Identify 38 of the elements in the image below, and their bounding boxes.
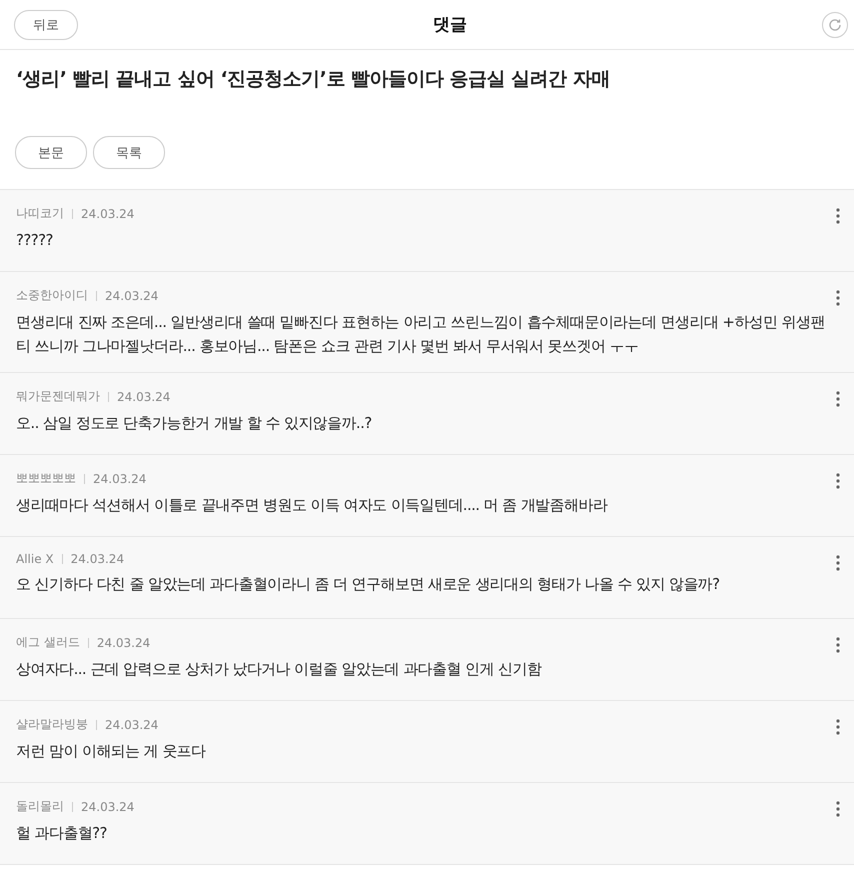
comment-date: 24.03.24	[117, 390, 170, 404]
comment-author: Allie X	[16, 552, 54, 566]
comment-date: 24.03.24	[81, 206, 134, 220]
comment-author: 샬라말라빙붕	[16, 716, 88, 733]
comment-date: 24.03.24	[70, 552, 124, 566]
comment-text: 오 신기하다 다친 줄 알았는데 과다출혈이라니 좀 더 연구해보면 새로운 생리대의 형태가 나올 수 있지 않을까?	[16, 574, 720, 595]
comment-text: 헐 과다출혈??	[16, 823, 108, 844]
comment-text: ?????	[16, 230, 54, 251]
more-icon[interactable]	[836, 391, 840, 407]
more-icon[interactable]	[836, 290, 840, 306]
comment-date: 24.03.24	[105, 718, 158, 732]
comment-text: 면생리대 진짜 조은데... 일반생리대 쓸때 밑빠진다 표현하는 아리고 쓰린느낌이 흡수체때문이라는데 면생리대 +하성민 위생팬티 쓰니까 그나마젤낫더라... 홍보아님... 탐폰은 쇼크 관련 기사 몇번 봐서 무서워서 못쓰겟어 ㅜㅜ	[16, 312, 826, 357]
comment-text: 상여자다... 근데 압력으로 상처가 났다거나 이럴줄 알았는데 과다출혈 인게 신기함	[16, 659, 543, 680]
comment-date: 24.03.24	[105, 288, 158, 302]
refresh-icon	[828, 18, 842, 32]
comment-author: 에그 샐러드	[16, 634, 80, 651]
page-title: 댓글	[433, 14, 467, 36]
comment-author: 나띠코기	[16, 205, 64, 222]
comment-text: 저런 맘이 이해되는 게 웃프다	[16, 741, 207, 762]
comment-author: 돌리몰리	[16, 798, 64, 815]
nav-button[interactable]: 목록	[93, 136, 165, 169]
comment-text: 오.. 삼일 정도로 단축가능한거 개발 할 수 있지않을까..?	[16, 413, 373, 434]
back-button[interactable]: 뒤로	[14, 10, 78, 40]
more-icon[interactable]	[836, 801, 840, 817]
comment-date: 24.03.24	[93, 472, 146, 486]
comment-author: 뭐가문젠데뭐가	[16, 388, 100, 405]
comment-text: 생리때마다 석션해서 이틀로 끝내주면 병원도 이득 여자도 이득일텐데.... 머 좀 개발좀해바라	[16, 495, 609, 516]
more-icon[interactable]	[836, 637, 840, 653]
more-icon[interactable]	[836, 473, 840, 489]
comment-date: 24.03.24	[96, 636, 150, 650]
comment-date: 24.03.24	[81, 800, 134, 814]
more-icon[interactable]	[836, 719, 840, 735]
article-title: ‘생리’ 빨리 끝내고 싶어 ‘진공청소기’로 빨아들이다 응급실 실려간 자매	[15, 67, 611, 92]
more-icon[interactable]	[836, 555, 840, 571]
comment-author: 소중한아이디	[16, 287, 88, 304]
comment-author: 뽀뽀뽀뽀뽀	[16, 470, 76, 487]
nav-button[interactable]: 본문	[15, 136, 87, 169]
more-icon[interactable]	[836, 208, 840, 224]
